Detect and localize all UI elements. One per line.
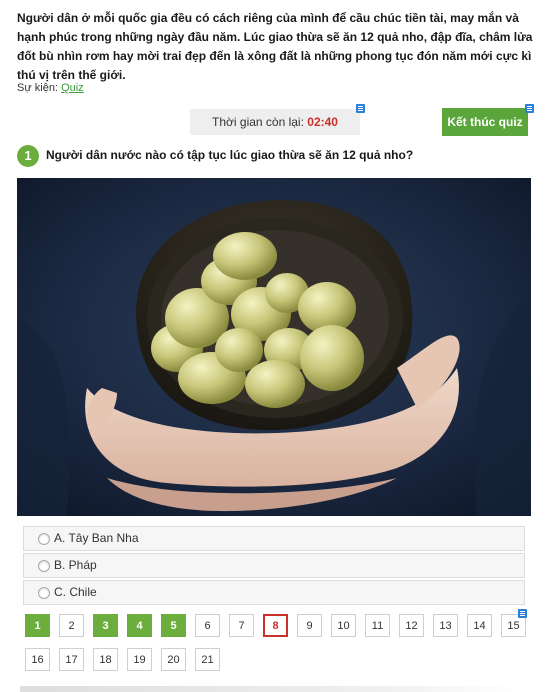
page-button-16[interactable]: 16 bbox=[25, 648, 50, 671]
event-link[interactable]: Quiz bbox=[61, 82, 84, 94]
page-button-2[interactable]: 2 bbox=[59, 614, 84, 637]
radio-icon[interactable] bbox=[38, 586, 50, 599]
page-button-12[interactable]: 12 bbox=[399, 614, 424, 637]
page-button-1[interactable]: 1 bbox=[25, 614, 50, 637]
page-button-18[interactable]: 18 bbox=[93, 648, 118, 671]
page-button-5[interactable]: 5 bbox=[161, 614, 186, 637]
event-line: Sự kiện: Quiz bbox=[17, 82, 84, 94]
footer-text-fade bbox=[20, 686, 520, 692]
answer-option-a[interactable]: A. Tây Ban Nha bbox=[23, 526, 525, 551]
page-button-14[interactable]: 14 bbox=[467, 614, 492, 637]
radio-icon[interactable] bbox=[38, 532, 50, 545]
list-icon[interactable] bbox=[518, 609, 527, 618]
finish-quiz-button[interactable]: Kết thúc quiz bbox=[442, 108, 528, 136]
event-label: Sự kiện: bbox=[17, 82, 58, 94]
answer-label: B. Pháp bbox=[54, 558, 97, 572]
timer-label: Thời gian còn lại: bbox=[212, 115, 304, 129]
question-number-badge: 1 bbox=[17, 145, 39, 167]
answer-label: A. Tây Ban Nha bbox=[54, 531, 139, 545]
page-button-3[interactable]: 3 bbox=[93, 614, 118, 637]
answer-label: C. Chile bbox=[54, 585, 97, 599]
page-button-8[interactable]: 8 bbox=[263, 614, 288, 637]
page-button-9[interactable]: 9 bbox=[297, 614, 322, 637]
page-button-19[interactable]: 19 bbox=[127, 648, 152, 671]
page-button-10[interactable]: 10 bbox=[331, 614, 356, 637]
intro-text: Người dân ở mỗi quốc gia đều có cách riê… bbox=[17, 11, 533, 82]
answer-option-c[interactable]: C. Chile bbox=[23, 580, 525, 605]
answer-option-b[interactable]: B. Pháp bbox=[23, 553, 525, 578]
radio-icon[interactable] bbox=[38, 559, 50, 572]
page-button-6[interactable]: 6 bbox=[195, 614, 220, 637]
page-button-17[interactable]: 17 bbox=[59, 648, 84, 671]
list-icon[interactable] bbox=[356, 104, 365, 113]
page-button-4[interactable]: 4 bbox=[127, 614, 152, 637]
list-icon[interactable] bbox=[525, 104, 534, 113]
page-button-11[interactable]: 11 bbox=[365, 614, 390, 637]
question-image bbox=[17, 178, 531, 516]
page-button-7[interactable]: 7 bbox=[229, 614, 254, 637]
page-button-13[interactable]: 13 bbox=[433, 614, 458, 637]
answer-list: A. Tây Ban Nha B. Pháp C. Chile bbox=[23, 526, 525, 607]
countdown-timer: Thời gian còn lại: 02:40 bbox=[190, 109, 360, 135]
page-button-20[interactable]: 20 bbox=[161, 648, 186, 671]
timer-value: 02:40 bbox=[307, 115, 338, 129]
page-button-21[interactable]: 21 bbox=[195, 648, 220, 671]
question-text: Người dân nước nào có tập tục lúc giao t… bbox=[46, 148, 414, 162]
